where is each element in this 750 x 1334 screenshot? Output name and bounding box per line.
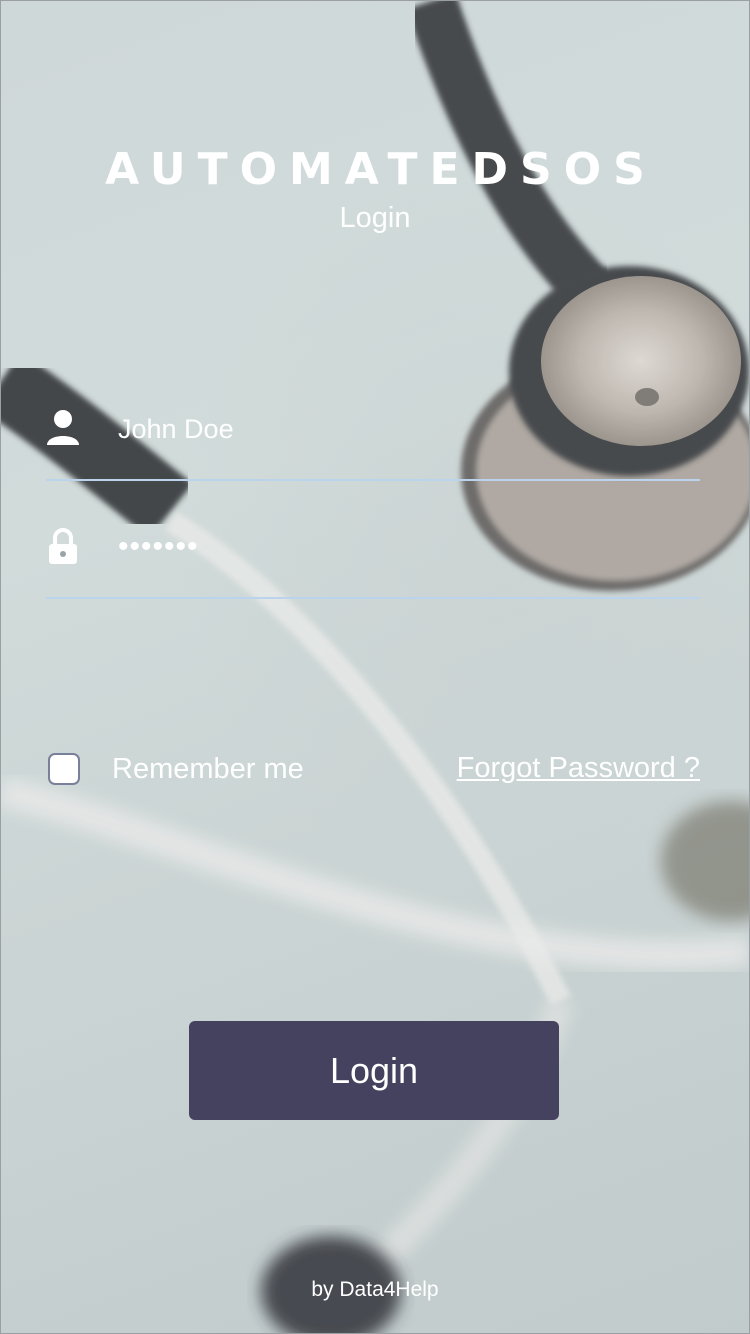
- login-screen: AUTOMATEDSOS Login Remember me Forgot Pa…: [0, 0, 750, 1334]
- footer-credit: by Data4Help: [311, 1278, 439, 1301]
- remember-me-label: Remember me: [112, 752, 304, 785]
- username-input[interactable]: [118, 407, 678, 451]
- app-brand-title: AUTOMATEDSOS: [105, 144, 657, 195]
- password-input[interactable]: [118, 525, 678, 569]
- lock-icon: [49, 528, 77, 564]
- remember-me-row[interactable]: Remember me: [48, 751, 304, 787]
- remember-me-checkbox[interactable]: [48, 753, 80, 785]
- page-subtitle: Login: [339, 202, 411, 234]
- user-icon: [47, 410, 79, 445]
- login-button[interactable]: Login: [189, 1021, 559, 1120]
- stethoscope-background-image: [1, 1, 749, 1333]
- password-field[interactable]: [46, 517, 700, 599]
- username-field[interactable]: [46, 399, 700, 481]
- forgot-password-link[interactable]: Forgot Password ?: [457, 752, 700, 785]
